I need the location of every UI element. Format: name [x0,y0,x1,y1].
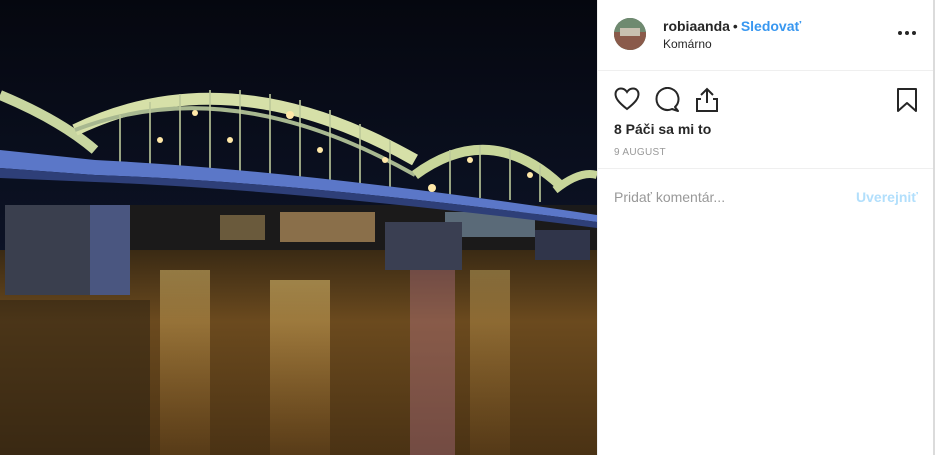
comment-input[interactable]: Pridať komentár... [614,189,725,205]
avatar-image [614,18,646,50]
comment-bar: Pridať komentár... Uverejniť [598,168,934,226]
post-panel: robiaanda • Sledovať Komárno 8 Páči sa mi … [597,0,934,455]
post-date[interactable]: 9 AUGUST [614,147,666,158]
likes-count[interactable]: 8 Páči sa mi to [614,121,711,137]
follow-button[interactable]: Sledovať [741,18,801,34]
post-photo[interactable] [0,0,597,455]
username-link[interactable]: robiaanda [663,18,730,34]
bookmark-icon[interactable] [896,87,918,118]
post-header: robiaanda • Sledovať Komárno [598,0,934,71]
more-options-icon[interactable] [898,24,916,42]
separator-dot: • [732,18,738,34]
post-comment-button[interactable]: Uverejniť [856,189,918,205]
share-icon[interactable] [695,87,719,118]
comment-icon[interactable] [654,87,680,118]
avatar[interactable] [614,18,646,50]
location-link[interactable]: Komárno [663,37,712,51]
heart-icon[interactable] [614,87,640,116]
user-line: robiaanda • Sledovať [663,18,801,34]
bridge-night-photo [0,0,597,455]
